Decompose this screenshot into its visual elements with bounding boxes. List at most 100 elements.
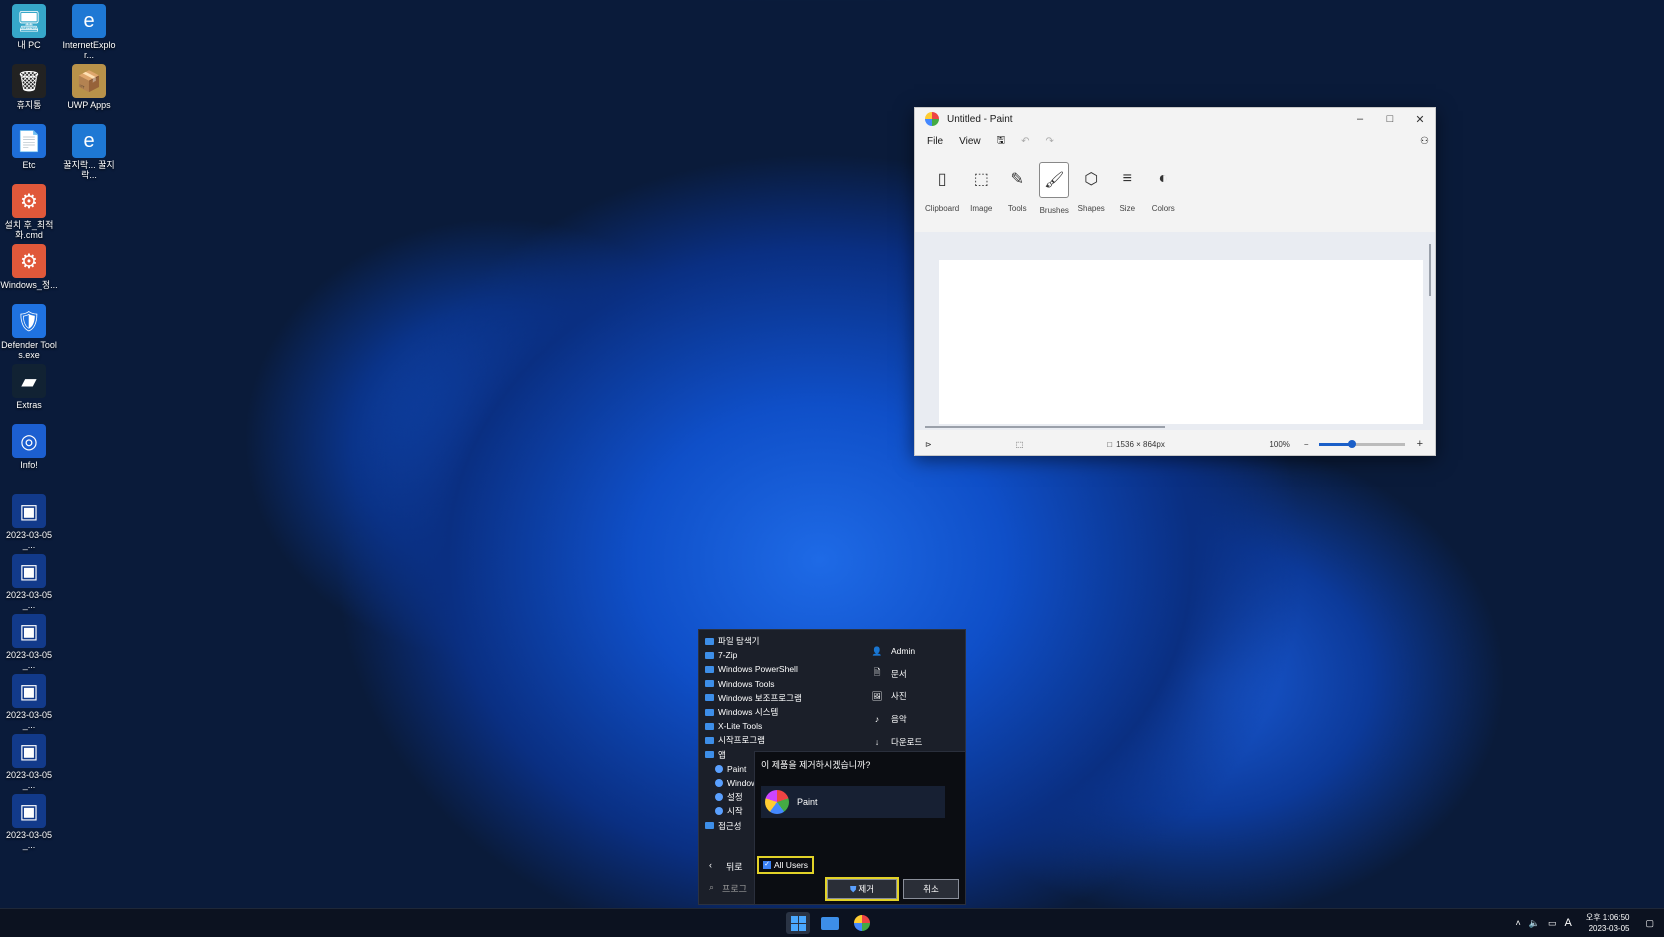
desktop-icon-label: 휴지통 bbox=[16, 100, 42, 110]
file-explorer-taskbar-icon[interactable] bbox=[818, 912, 842, 934]
ribbon-group-image[interactable]: ⬚ Image bbox=[967, 162, 995, 213]
menu-view[interactable]: View bbox=[953, 134, 987, 149]
zoom-in-button[interactable]: + bbox=[1417, 438, 1423, 450]
undo-icon[interactable]: ↶ bbox=[1015, 134, 1035, 149]
place-item[interactable]: 👤 Admin bbox=[871, 640, 922, 663]
program-list-item[interactable]: Windows 보조프로그램 bbox=[705, 691, 802, 705]
ribbon-group-tools[interactable]: ✎ Tools bbox=[1003, 162, 1031, 213]
program-list-item[interactable]: X-Lite Tools bbox=[705, 719, 802, 733]
desktop-icon[interactable]: 🗑 휴지통 bbox=[0, 64, 58, 110]
paint-titlebar[interactable]: Untitled - Paint – □ ✕ bbox=[915, 108, 1435, 130]
desktop-icon[interactable]: e InternetExplor... bbox=[60, 4, 118, 60]
desktop-icon[interactable]: ⚙ Windows_정... bbox=[0, 244, 58, 290]
program-list-label: 시작 bbox=[727, 806, 743, 817]
desktop-icon[interactable]: 🖥 내 PC bbox=[0, 4, 58, 50]
places-list: 👤 Admin 🗎 문서 🖼 사진 ♪ 음악 ↓ 다운로드 bbox=[871, 640, 923, 753]
user-icon: 👤 bbox=[871, 645, 883, 656]
network-icon[interactable]: ▭ bbox=[1548, 918, 1557, 929]
desktop-icon-label: 2023-03-05_... bbox=[5, 650, 53, 670]
desktop-icon-label: Etc bbox=[22, 160, 36, 170]
place-item[interactable]: 🗎 문서 bbox=[871, 663, 922, 686]
desktop-icon[interactable]: ▣ 2023-03-05_... bbox=[0, 794, 58, 850]
desktop-icon-glyph: 🖥 bbox=[12, 4, 46, 38]
desktop-icon-label: 내 PC bbox=[17, 40, 41, 50]
close-button[interactable]: ✕ bbox=[1405, 113, 1435, 126]
redo-icon[interactable]: ↷ bbox=[1040, 134, 1060, 149]
size-icon[interactable]: ≡ bbox=[1113, 162, 1141, 196]
desktop-icon[interactable]: e 꿀지락... 꿀지락... bbox=[60, 124, 118, 180]
ribbon-group-clipboard[interactable]: ▯ Clipboard bbox=[925, 162, 959, 213]
chevron-left-icon: ‹ bbox=[709, 860, 712, 870]
program-list-item[interactable]: 7-Zip bbox=[705, 648, 802, 662]
program-list-label: Paint bbox=[727, 763, 747, 774]
program-list-item[interactable]: 파일 탐색기 bbox=[705, 634, 802, 648]
shapes-icon[interactable]: ⬡ bbox=[1077, 162, 1105, 196]
ribbon-group-shapes[interactable]: ⬡ Shapes bbox=[1077, 162, 1105, 213]
select-icon[interactable]: ⬚ bbox=[967, 162, 995, 196]
program-list-item[interactable]: Windows 시스템 bbox=[705, 705, 802, 719]
desktop-icon[interactable]: ▣ 2023-03-05_... bbox=[0, 494, 58, 550]
maximize-button[interactable]: □ bbox=[1375, 113, 1405, 125]
brush-icon[interactable]: 🖌 bbox=[1039, 162, 1070, 198]
app-icon bbox=[715, 807, 723, 816]
clock[interactable]: 오후 1:06:50 2023-03-05 bbox=[1586, 912, 1630, 934]
canvas-size-icon: □ bbox=[1107, 439, 1113, 449]
desktop-icon[interactable]: ◎ Info! bbox=[0, 424, 58, 470]
place-item[interactable]: ♪ 음악 bbox=[871, 708, 922, 731]
tools-icon[interactable]: ✎ bbox=[1003, 162, 1031, 196]
desktop-icon-label: 설치 후_최적화.cmd bbox=[4, 220, 54, 240]
folder-icon bbox=[705, 736, 714, 744]
dialog-question: 이 제품을 제거하시겠습니까? bbox=[761, 760, 871, 770]
ribbon-group-brushes[interactable]: 🖌 Brushes bbox=[1039, 162, 1070, 215]
menu-file[interactable]: File bbox=[921, 134, 949, 149]
desktop-icon[interactable]: ▣ 2023-03-05_... bbox=[0, 674, 58, 730]
program-list-item[interactable]: Windows PowerShell bbox=[705, 662, 802, 676]
back-button[interactable]: ‹ 뒤로 bbox=[709, 860, 743, 873]
program-list-label: Windows 시스템 bbox=[718, 707, 779, 718]
zoom-out-button[interactable]: − bbox=[1304, 440, 1309, 449]
chevron-up-icon[interactable]: ˄ bbox=[1516, 918, 1521, 928]
ime-indicator[interactable]: A bbox=[1565, 917, 1572, 929]
desktop-icon[interactable]: 🛡 Defender Tools.exe bbox=[0, 304, 58, 360]
cancel-button[interactable]: 취소 bbox=[903, 879, 959, 899]
desktop-icon-label: 2023-03-05_... bbox=[5, 530, 53, 550]
ribbon-group-colors[interactable]: ◐ Colors bbox=[1149, 162, 1177, 213]
program-list-label: 설정 bbox=[727, 792, 743, 803]
save-icon[interactable]: 🖫 bbox=[991, 131, 1012, 152]
paint-taskbar-icon[interactable] bbox=[850, 912, 874, 934]
desktop-icon-label: 2023-03-05_... bbox=[5, 770, 53, 790]
horizontal-scrollbar[interactable] bbox=[925, 426, 1165, 428]
desktop-icon-glyph: ⚙ bbox=[12, 244, 46, 278]
desktop-icon-label: 2023-03-05_... bbox=[5, 710, 53, 730]
desktop-icon[interactable]: ▣ 2023-03-05_... bbox=[0, 554, 58, 610]
program-list-item[interactable]: Windows Tools bbox=[705, 677, 802, 691]
palette-icon[interactable]: ◐ bbox=[1149, 162, 1177, 196]
desktop-icon[interactable]: ▣ 2023-03-05_... bbox=[0, 614, 58, 670]
desktop-icon[interactable]: ⚙ 설치 후_최적화.cmd bbox=[0, 184, 58, 240]
ribbon-group-size[interactable]: ≡ Size bbox=[1113, 162, 1141, 213]
program-list-label: Windows Tools bbox=[718, 678, 775, 689]
clipboard-icon[interactable]: ▯ bbox=[928, 162, 956, 196]
notification-icon[interactable]: ▢ bbox=[1645, 918, 1654, 929]
ribbon-group-label: Brushes bbox=[1039, 206, 1069, 215]
share-icon[interactable]: ⚇ bbox=[1414, 134, 1435, 149]
volume-icon[interactable]: 🔈 bbox=[1529, 918, 1540, 929]
minimize-button[interactable]: – bbox=[1345, 113, 1375, 125]
desktop-icon[interactable]: 📄 Etc bbox=[0, 124, 58, 170]
selection-icon: ⬚ bbox=[1015, 439, 1024, 449]
ribbon-group-label: Tools bbox=[1007, 204, 1027, 213]
zoom-slider[interactable] bbox=[1318, 439, 1405, 448]
drawing-canvas[interactable] bbox=[939, 260, 1423, 424]
all-users-checkbox[interactable]: ✓ All Users bbox=[756, 856, 815, 874]
remove-button[interactable]: ⛊ 제거 bbox=[825, 877, 899, 901]
start-button[interactable] bbox=[786, 912, 810, 934]
uninstall-dialog: 이 제품을 제거하시겠습니까? Paint ✓ All Users ⛊ 제거 취… bbox=[754, 751, 966, 905]
place-item[interactable]: ↓ 다운로드 bbox=[871, 730, 922, 753]
place-item[interactable]: 🖼 사진 bbox=[871, 685, 922, 708]
search-box[interactable]: ⌕ 프로그 bbox=[709, 882, 747, 895]
vertical-scrollbar[interactable] bbox=[1429, 244, 1431, 296]
program-list-item[interactable]: 시작프로그램 bbox=[705, 733, 802, 747]
desktop-icon[interactable]: 📦 UWP Apps bbox=[60, 64, 118, 110]
desktop-icon[interactable]: ▣ 2023-03-05_... bbox=[0, 734, 58, 790]
desktop-icon[interactable]: ▰ Extras bbox=[0, 364, 58, 410]
